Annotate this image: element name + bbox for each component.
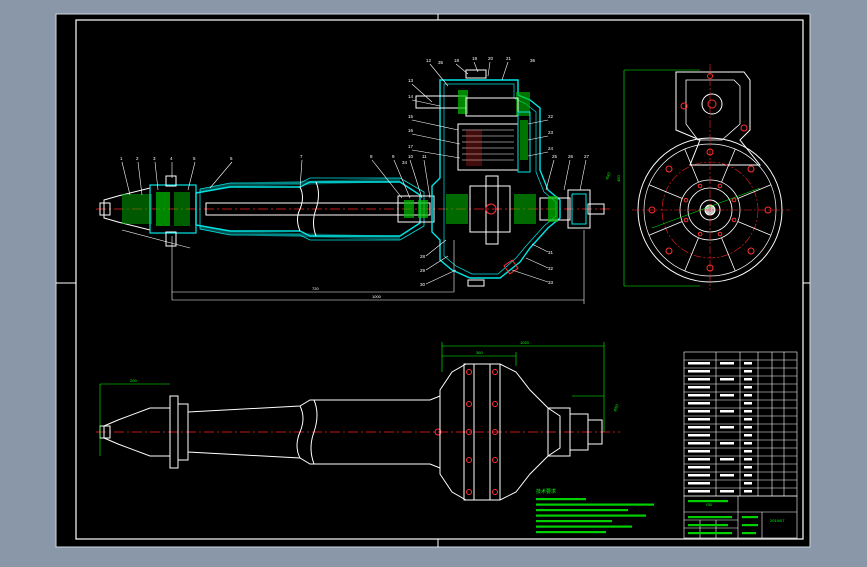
part-callout: 17 bbox=[408, 144, 414, 149]
part-callout: 35 bbox=[438, 60, 444, 65]
notes-heading: 技术要求 bbox=[536, 488, 556, 495]
part-callout: 34 bbox=[402, 160, 408, 165]
part-callout: 26 bbox=[568, 154, 574, 159]
part-callout: 36 bbox=[530, 58, 536, 63]
bom-entry bbox=[688, 418, 710, 421]
bom-entry bbox=[688, 386, 710, 389]
note-line bbox=[536, 503, 654, 506]
bom-entry bbox=[688, 362, 710, 365]
svg-text:360: 360 bbox=[476, 350, 483, 355]
part-callout: 18 bbox=[454, 58, 460, 63]
note-line bbox=[536, 520, 612, 523]
part-callout: 20 bbox=[488, 56, 494, 61]
part-callout: 25 bbox=[552, 154, 558, 159]
bom-entry bbox=[688, 482, 710, 485]
part-callout: 27 bbox=[584, 154, 590, 159]
part-callout: 15 bbox=[408, 114, 414, 119]
dim-text-2: 1000 bbox=[372, 294, 382, 299]
part-callout: 19 bbox=[472, 56, 478, 61]
dim-text-1: 720 bbox=[312, 286, 319, 291]
part-callout: 11 bbox=[422, 154, 427, 159]
part-callout: 21 bbox=[506, 56, 512, 61]
bom-entry bbox=[688, 394, 710, 397]
bom-entry bbox=[688, 450, 710, 453]
part-callout: 16 bbox=[408, 128, 414, 133]
bom-entry bbox=[688, 442, 710, 445]
bom-entry bbox=[688, 370, 710, 373]
part-callout: 29 bbox=[420, 268, 426, 273]
part-callout: 32 bbox=[548, 266, 554, 271]
bom-entry bbox=[688, 434, 710, 437]
bom-entry bbox=[688, 426, 710, 429]
drawing-number: 2019/07 bbox=[770, 518, 785, 523]
note-line bbox=[536, 525, 632, 528]
bom-entry bbox=[688, 378, 710, 381]
note-line bbox=[536, 509, 628, 512]
bom-entry bbox=[688, 466, 710, 469]
bom-entry bbox=[688, 458, 710, 461]
note-line bbox=[536, 498, 586, 501]
note-line bbox=[536, 531, 606, 534]
bom-entry bbox=[688, 402, 710, 405]
title-stamp: GB bbox=[706, 502, 712, 507]
part-callout: 12 bbox=[426, 58, 432, 63]
bom-entry bbox=[688, 490, 710, 493]
bom-entry bbox=[688, 474, 710, 477]
part-callout: 14 bbox=[408, 94, 414, 99]
part-callout: 28 bbox=[420, 254, 426, 259]
note-line bbox=[536, 514, 646, 517]
cad-viewport: 1 2 3 4 5 6 7 8 9 10 11 12 13 14 15 16 17 18 19 20 21 22 23 24 2… bbox=[0, 0, 867, 562]
part-callout: 30 bbox=[420, 282, 426, 287]
part-callout: 23 bbox=[548, 130, 554, 135]
part-callout: 31 bbox=[548, 250, 554, 255]
svg-text:1020: 1020 bbox=[520, 340, 530, 345]
svg-text:200: 200 bbox=[130, 378, 137, 383]
part-callout: 13 bbox=[408, 78, 414, 83]
part-callout: 33 bbox=[548, 280, 554, 285]
part-callout: 22 bbox=[548, 114, 554, 119]
svg-text:450: 450 bbox=[616, 175, 621, 182]
part-callout: 24 bbox=[548, 146, 554, 151]
bom-entry bbox=[688, 410, 710, 413]
part-callout: 10 bbox=[408, 154, 414, 159]
